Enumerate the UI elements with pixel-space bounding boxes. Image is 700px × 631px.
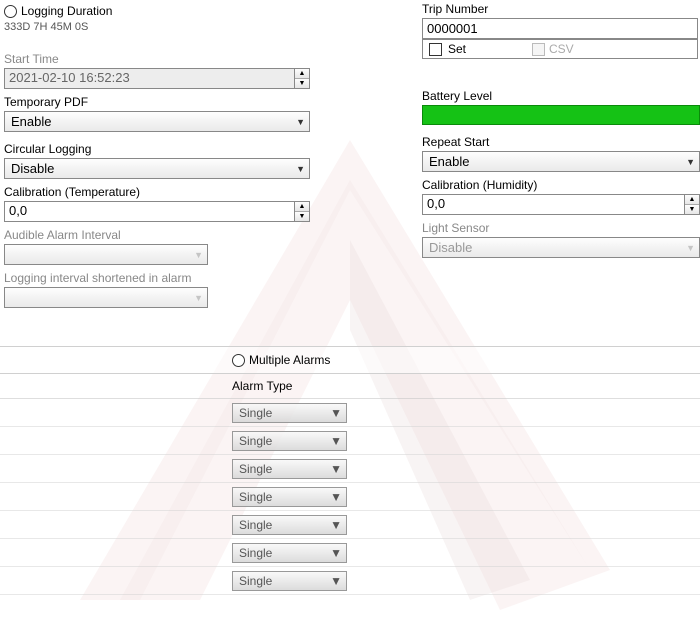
chevron-down-icon: ▼	[330, 406, 342, 420]
alarm-type-value: Single	[239, 574, 272, 588]
calibration-humidity-label: Calibration (Humidity)	[422, 176, 700, 194]
light-sensor-value: Disable	[429, 240, 472, 255]
alarm-type-select[interactable]: Single ▼	[232, 403, 347, 423]
chevron-down-icon: ▼	[330, 490, 342, 504]
temporary-pdf-select[interactable]: Enable ▼	[4, 111, 310, 132]
start-time-label: Start Time	[4, 50, 402, 68]
alarm-type-select[interactable]: Single ▼	[232, 431, 347, 451]
calibration-temperature-input[interactable]: 0,0 ▲ ▼	[4, 201, 310, 222]
calibration-humidity-input[interactable]: 0,0 ▲ ▼	[422, 194, 700, 215]
chevron-down-icon: ▼	[330, 518, 342, 532]
trip-number-label: Trip Number	[422, 0, 700, 18]
alarm-type-value: Single	[239, 462, 272, 476]
alarm-type-select[interactable]: Single ▼	[232, 487, 347, 507]
alarm-type-value: Single	[239, 490, 272, 504]
audible-alarm-interval-label: Audible Alarm Interval	[4, 226, 402, 244]
alarm-row: Single ▼	[0, 427, 700, 455]
set-checkbox[interactable]	[429, 43, 442, 56]
circular-logging-value: Disable	[11, 161, 54, 176]
alarm-row: Single ▼	[0, 539, 700, 567]
alarm-table: Multiple Alarms Alarm Type Single▼Single…	[0, 346, 700, 595]
trip-number-input[interactable]	[422, 18, 698, 39]
alarm-type-select[interactable]: Single ▼	[232, 515, 347, 535]
circular-logging-label: Circular Logging	[4, 140, 402, 158]
calibration-temperature-label: Calibration (Temperature)	[4, 183, 402, 201]
chevron-down-icon: ▼	[330, 546, 342, 560]
logging-duration-value: 333D 7H 45M 0S	[4, 20, 402, 36]
light-sensor-select: Disable ▼	[422, 237, 700, 258]
alarm-type-select[interactable]: Single ▼	[232, 459, 347, 479]
repeat-start-label: Repeat Start	[422, 133, 700, 151]
chevron-down-icon: ▼	[686, 157, 695, 167]
alarm-type-value: Single	[239, 406, 272, 420]
chevron-down-icon: ▼	[194, 293, 203, 303]
logging-duration-radio[interactable]	[4, 5, 17, 18]
chevron-down-icon: ▼	[330, 574, 342, 588]
multiple-alarms-label: Multiple Alarms	[249, 353, 330, 367]
battery-level-bar	[422, 105, 700, 125]
csv-checkbox	[532, 43, 545, 56]
repeat-start-value: Enable	[429, 154, 469, 169]
alarm-type-value: Single	[239, 518, 272, 532]
circular-logging-select[interactable]: Disable ▼	[4, 158, 310, 179]
chevron-down-icon: ▼	[330, 434, 342, 448]
logging-interval-shortened-label: Logging interval shortened in alarm	[4, 269, 402, 287]
chevron-down-icon: ▼	[296, 164, 305, 174]
logging-interval-shortened-select: ▼	[4, 287, 208, 308]
alarm-type-value: Single	[239, 434, 272, 448]
start-time-value: 2021-02-10 16:52:23	[4, 68, 294, 89]
calib-hum-up-button[interactable]: ▲	[685, 195, 699, 205]
light-sensor-label: Light Sensor	[422, 219, 700, 237]
alarm-type-select[interactable]: Single ▼	[232, 571, 347, 591]
calib-temp-down-button[interactable]: ▼	[295, 212, 309, 221]
temporary-pdf-label: Temporary PDF	[4, 93, 402, 111]
alarm-row: Single ▼	[0, 455, 700, 483]
chevron-down-icon: ▼	[686, 243, 695, 253]
audible-alarm-interval-select: ▼	[4, 244, 208, 265]
chevron-down-icon: ▼	[330, 462, 342, 476]
multiple-alarms-radio[interactable]	[232, 354, 245, 367]
calibration-temperature-value: 0,0	[4, 201, 294, 222]
alarm-row: Single ▼	[0, 511, 700, 539]
start-time-up-button[interactable]: ▲	[295, 69, 309, 79]
alarm-type-select[interactable]: Single ▼	[232, 543, 347, 563]
alarm-type-header: Alarm Type	[228, 379, 358, 393]
temporary-pdf-value: Enable	[11, 114, 51, 129]
chevron-down-icon: ▼	[194, 250, 203, 260]
alarm-row: Single ▼	[0, 483, 700, 511]
alarm-row: Single ▼	[0, 399, 700, 427]
calib-temp-up-button[interactable]: ▲	[295, 202, 309, 212]
alarm-type-value: Single	[239, 546, 272, 560]
set-csv-row: Set CSV	[422, 39, 698, 59]
start-time-down-button[interactable]: ▼	[295, 79, 309, 88]
calibration-humidity-value: 0,0	[422, 194, 684, 215]
calib-hum-down-button[interactable]: ▼	[685, 205, 699, 214]
chevron-down-icon: ▼	[296, 117, 305, 127]
set-label: Set	[448, 42, 466, 56]
logging-duration-label: Logging Duration	[21, 2, 112, 20]
battery-level-label: Battery Level	[422, 87, 700, 105]
alarm-row: Single ▼	[0, 567, 700, 595]
csv-label: CSV	[549, 42, 574, 56]
repeat-start-select[interactable]: Enable ▼	[422, 151, 700, 172]
start-time-input[interactable]: 2021-02-10 16:52:23 ▲ ▼	[4, 68, 310, 89]
